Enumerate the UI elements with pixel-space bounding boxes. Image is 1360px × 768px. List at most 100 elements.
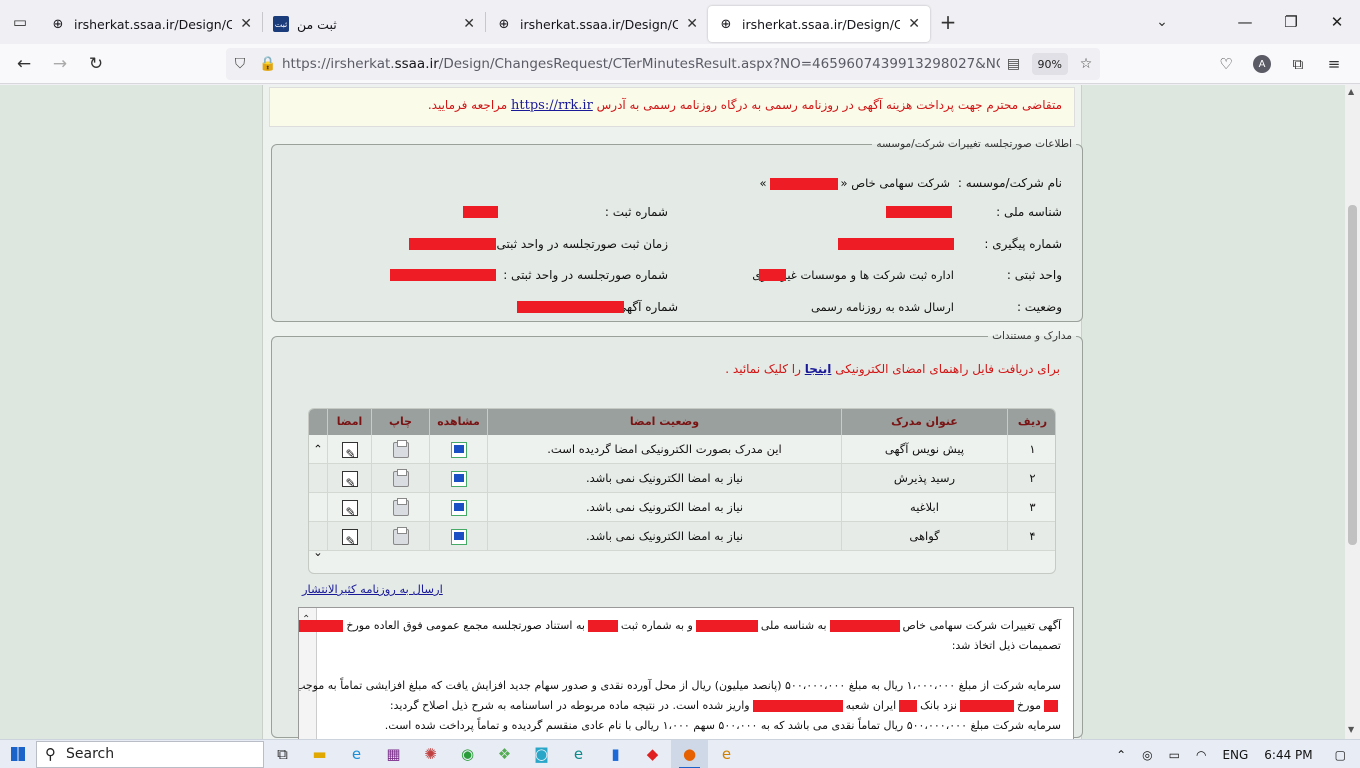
winrar-icon[interactable]: ▦ xyxy=(375,740,412,768)
file-explorer-icon[interactable]: ▬ xyxy=(301,740,338,768)
minimize-icon[interactable]: — xyxy=(1222,0,1268,44)
security-icon[interactable]: ◎ xyxy=(1134,748,1160,762)
system-tray: ⌃ ◎ ▭ ◠ ENG 6:44 PM ▢ xyxy=(1108,740,1360,768)
chevron-down-icon[interactable]: ⌄ xyxy=(1150,0,1174,44)
chrome-icon[interactable]: ◉ xyxy=(449,740,486,768)
language-indicator[interactable]: ENG xyxy=(1214,748,1256,762)
firefox-icon[interactable]: ● xyxy=(671,739,708,768)
page-content: متقاضی محترم جهت پرداخت هزینه آگهی در رو… xyxy=(262,85,1083,739)
paint-icon[interactable]: ✺ xyxy=(412,740,449,768)
print-icon[interactable] xyxy=(392,497,409,516)
edge-legacy-icon[interactable]: e xyxy=(708,740,745,768)
windows-start-icon[interactable] xyxy=(0,740,36,768)
sign-status: این مدرک بصورت الکترونیکی امضا گردیده اس… xyxy=(487,435,841,464)
chevron-up-icon[interactable]: ⌃ xyxy=(1108,748,1134,762)
scroll-cell xyxy=(309,493,327,522)
close-icon[interactable]: ✕ xyxy=(908,16,920,32)
tab-1[interactable]: ⊕ irsherkat.ssaa.ir/Design/Change ✕ xyxy=(40,6,262,42)
shield-icon[interactable]: ⛉ xyxy=(226,56,254,72)
redacted-reg-number xyxy=(463,206,498,218)
search-placeholder: Search xyxy=(66,746,115,762)
col-header-sign: امضا xyxy=(327,409,371,435)
rrk-link[interactable]: https://rrk.ir xyxy=(511,98,593,113)
redacted-national-id xyxy=(695,620,758,632)
view-icon[interactable] xyxy=(450,499,467,516)
scroll-up-icon[interactable]: ▲ xyxy=(1348,87,1354,96)
redacted-ad-number xyxy=(517,301,624,313)
url-text[interactable]: https://irsherkat.ssaa.ir/Design/Changes… xyxy=(282,56,1000,72)
chevron-down-icon[interactable]: ⌄ xyxy=(313,545,323,559)
chevron-up-icon[interactable]: ⌃ xyxy=(313,442,323,456)
menu-icon[interactable]: ≡ xyxy=(1316,48,1352,80)
esign-guide-link[interactable]: اینجا xyxy=(805,362,832,376)
lock-icon[interactable]: 🔒 xyxy=(254,56,282,72)
view-icon[interactable] xyxy=(450,470,467,487)
print-icon[interactable] xyxy=(392,526,409,545)
print-icon[interactable] xyxy=(392,468,409,487)
close-icon[interactable]: ✕ xyxy=(240,16,252,32)
url-path: /Design/ChangesRequest/CTerMinutesResult… xyxy=(438,56,1000,72)
forward-icon[interactable]: → xyxy=(42,48,78,80)
ad-line-3: سرمایه شرکت از مبلغ ۱،۰۰۰،۰۰۰ ریال به مب… xyxy=(298,679,1061,692)
close-icon[interactable]: ✕ xyxy=(686,16,698,32)
redacted-national-id xyxy=(886,206,952,218)
battery-icon[interactable]: ▭ xyxy=(1161,748,1188,762)
internet-explorer-icon[interactable]: e xyxy=(338,740,375,768)
bookmark-star-icon[interactable]: ☆ xyxy=(1072,56,1100,72)
ad-line-2: تصمیمات ذیل اتخاذ شد: xyxy=(951,639,1061,652)
minutes-number-label: شماره صورتجلسه در واحد ثبتی : xyxy=(503,268,668,282)
maximize-icon[interactable]: ❐ xyxy=(1268,0,1314,44)
ad-text: نزد بانک xyxy=(920,699,957,712)
taskbar-search[interactable]: ⚲ Search xyxy=(36,740,264,768)
print-cell xyxy=(371,522,429,551)
app-icon[interactable]: ❖ xyxy=(486,740,523,768)
pocket-icon[interactable]: ♡ xyxy=(1208,48,1244,80)
scrollbar-thumb[interactable] xyxy=(1348,205,1357,545)
ad-text-box[interactable]: ⌃ آگهی تغییرات شرکت سهامی خاصبه شناسه مل… xyxy=(298,607,1074,739)
view-icon[interactable] xyxy=(450,441,467,458)
account-avatar-icon[interactable]: A xyxy=(1253,55,1271,73)
edge-icon[interactable]: e xyxy=(560,740,597,768)
payment-notice: متقاضی محترم جهت پرداخت هزینه آگهی در رو… xyxy=(269,87,1075,127)
send-to-newspaper-link[interactable]: ارسال به روزنامه کثیرالانتشار xyxy=(302,582,443,596)
scroll-cell: ⌄ xyxy=(309,522,327,559)
tab-3[interactable]: ⊕ irsherkat.ssaa.ir/Design/Change ✕ xyxy=(486,6,708,42)
back-icon[interactable]: ← xyxy=(6,48,42,80)
sign-icon[interactable] xyxy=(341,440,358,469)
scroll-down-icon[interactable]: ▼ xyxy=(1348,725,1354,734)
anydesk-icon[interactable]: ◆ xyxy=(634,740,671,768)
info-legend: اطلاعات صورتجلسه تغییرات شرکت/موسسه xyxy=(876,138,1072,150)
sign-icon[interactable] xyxy=(341,498,358,527)
print-icon[interactable] xyxy=(392,439,409,458)
print-cell xyxy=(371,464,429,493)
search-icon: ⚲ xyxy=(45,745,56,763)
phone-link-icon[interactable]: ▮ xyxy=(597,740,634,768)
globe-icon: ⊕ xyxy=(498,16,510,32)
esign-guide-hint: برای دریافت فایل راهنمای امضای الکترونیک… xyxy=(725,362,1060,376)
extensions-icon[interactable]: ⧉ xyxy=(1280,48,1316,80)
close-icon[interactable]: ✕ xyxy=(463,16,475,32)
sign-icon[interactable] xyxy=(341,469,358,498)
table-row: ۲ رسید پذیرش نیاز به امضا الکترونیک نمی … xyxy=(309,464,1055,498)
table-header: ردیف عنوان مدرک وضعیت امضا مشاهده چاپ ام… xyxy=(309,409,1055,435)
page-scrollbar[interactable]: ▲ ▼ xyxy=(1345,85,1360,739)
tab-2[interactable]: ثبت ثبت من ✕ xyxy=(263,6,485,42)
tab-4-active[interactable]: ⊕ irsherkat.ssaa.ir/Design/Change ✕ xyxy=(708,6,930,42)
view-icon[interactable] xyxy=(450,528,467,545)
wifi-icon[interactable]: ◠ xyxy=(1188,748,1214,762)
clock[interactable]: 6:44 PM xyxy=(1256,748,1320,762)
new-tab-icon[interactable]: + xyxy=(930,10,966,34)
notifications-icon[interactable]: ▢ xyxy=(1321,748,1360,762)
task-view-icon[interactable]: ⧉ xyxy=(264,740,301,768)
zoom-level[interactable]: 90% xyxy=(1031,53,1068,75)
tab-list-icon[interactable]: ▭ xyxy=(0,0,40,44)
sign-icon[interactable] xyxy=(341,527,358,556)
camera-app-icon[interactable]: ◙ xyxy=(523,740,560,768)
reload-icon[interactable]: ↻ xyxy=(78,48,114,80)
sign-status: نیاز به امضا الکترونیک نمی باشد. xyxy=(487,464,841,493)
close-window-icon[interactable]: ✕ xyxy=(1314,0,1360,44)
redacted-letter-no xyxy=(1044,700,1058,712)
reader-view-icon[interactable]: ▤ xyxy=(1000,56,1028,72)
hint-prefix: برای دریافت فایل راهنمای امضای الکترونیک… xyxy=(835,362,1060,376)
url-bar[interactable]: ⛉ 🔒 https://irsherkat.ssaa.ir/Design/Cha… xyxy=(226,48,1100,80)
